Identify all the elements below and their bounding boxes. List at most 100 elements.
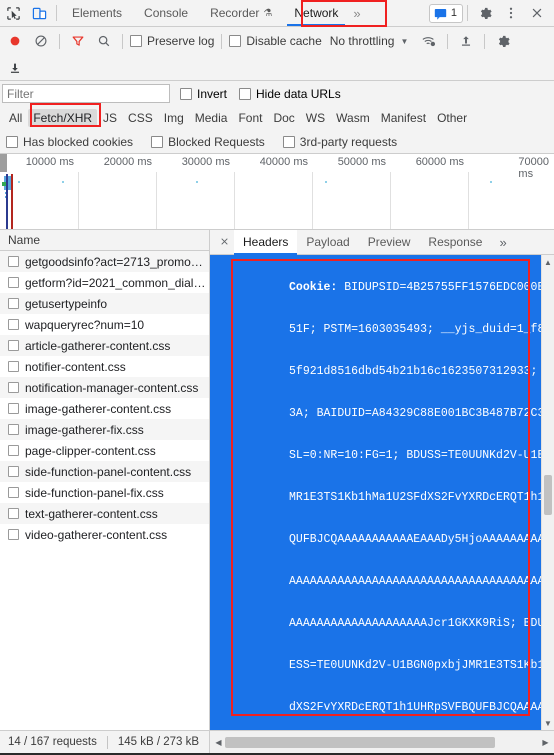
scroll-down-arrow-icon[interactable]: ▼: [542, 716, 554, 730]
row-checkbox[interactable]: [8, 319, 19, 330]
wifi-settings-icon[interactable]: [416, 29, 442, 53]
scrollbar-thumb[interactable]: [544, 475, 552, 515]
devtools-more-menu-icon[interactable]: [498, 0, 524, 26]
preserve-log-checkbox[interactable]: Preserve log: [128, 34, 216, 48]
scroll-right-arrow-icon[interactable]: ▶: [539, 738, 552, 747]
table-row[interactable]: page-clipper-content.css: [0, 440, 209, 461]
blocked-requests-box[interactable]: [151, 135, 164, 148]
row-checkbox[interactable]: [8, 445, 19, 456]
overview-dot: [196, 181, 198, 183]
type-filter-fetch-xhr[interactable]: Fetch/XHR: [28, 109, 98, 127]
has-blocked-cookies-box[interactable]: [6, 135, 18, 148]
third-party-requests-checkbox[interactable]: 3rd-party requests: [281, 135, 399, 149]
type-filter-manifest[interactable]: Manifest: [376, 109, 431, 127]
devtools-settings-gear-icon[interactable]: [472, 0, 498, 26]
preserve-log-box[interactable]: [130, 35, 142, 47]
row-checkbox[interactable]: [8, 508, 19, 519]
tabs-overflow-button[interactable]: »: [349, 6, 364, 21]
tab-headers[interactable]: Headers: [234, 230, 298, 255]
cookie-header-value[interactable]: Cookie: BIDUPSID=4B25755FF1576EDC000B7F4…: [216, 255, 541, 730]
table-row[interactable]: notifier-content.css: [0, 356, 209, 377]
row-checkbox[interactable]: [8, 340, 19, 351]
close-detail-icon[interactable]: [214, 235, 234, 249]
upload-icon[interactable]: [453, 29, 479, 53]
table-row[interactable]: side-function-panel-fix.css: [0, 482, 209, 503]
filter-input[interactable]: [2, 84, 170, 103]
hscroll-track[interactable]: [225, 736, 539, 748]
disable-cache-box[interactable]: [229, 35, 242, 47]
record-stop-icon[interactable]: [2, 29, 28, 53]
row-checkbox[interactable]: [8, 256, 19, 267]
type-filter-img[interactable]: Img: [159, 109, 189, 127]
tab-preview[interactable]: Preview: [359, 230, 420, 254]
network-settings-gear-icon[interactable]: [490, 29, 516, 53]
table-row[interactable]: getform?id=2021_common_dial…: [0, 272, 209, 293]
tab-recorder[interactable]: Recorder ⚗: [199, 0, 283, 26]
table-row[interactable]: video-gatherer-content.css: [0, 524, 209, 545]
detail-tabs-overflow-button[interactable]: »: [491, 235, 514, 250]
detail-horizontal-scrollbar[interactable]: ◀ ▶: [210, 731, 554, 753]
filter-icon[interactable]: [65, 29, 91, 53]
type-filter-ws[interactable]: WS: [301, 109, 330, 127]
row-checkbox[interactable]: [8, 277, 19, 288]
download-icon[interactable]: [2, 56, 28, 80]
tab-console[interactable]: Console: [133, 0, 199, 26]
has-blocked-cookies-checkbox[interactable]: Has blocked cookies: [4, 135, 135, 149]
type-filter-wasm[interactable]: Wasm: [331, 109, 375, 127]
row-checkbox[interactable]: [8, 403, 19, 414]
scroll-up-arrow-icon[interactable]: ▲: [542, 255, 554, 269]
type-filter-doc[interactable]: Doc: [268, 109, 299, 127]
table-row[interactable]: getusertypeinfo: [0, 293, 209, 314]
table-row[interactable]: notification-manager-content.css: [0, 377, 209, 398]
table-row[interactable]: article-gatherer-content.css: [0, 335, 209, 356]
table-row[interactable]: wapqueryrec?num=10: [0, 314, 209, 335]
tab-payload[interactable]: Payload: [297, 230, 358, 254]
request-list-body[interactable]: getgoodsinfo?act=2713_promo… getform?id=…: [0, 251, 209, 730]
table-row[interactable]: text-gatherer-content.css: [0, 503, 209, 524]
clear-icon[interactable]: [28, 29, 54, 53]
scroll-left-arrow-icon[interactable]: ◀: [212, 738, 225, 747]
inspect-cursor-icon[interactable]: [0, 0, 26, 26]
table-row[interactable]: getgoodsinfo?act=2713_promo…: [0, 251, 209, 272]
hide-data-urls-box[interactable]: [239, 87, 252, 100]
row-checkbox[interactable]: [8, 487, 19, 498]
table-row[interactable]: side-function-panel-content.css: [0, 461, 209, 482]
row-checkbox[interactable]: [8, 466, 19, 477]
detail-vertical-scrollbar[interactable]: ▲ ▼: [541, 255, 554, 730]
blocked-requests-checkbox[interactable]: Blocked Requests: [149, 135, 267, 149]
request-list-column-header[interactable]: Name: [0, 230, 209, 251]
type-filter-media[interactable]: Media: [190, 109, 233, 127]
request-name: page-clipper-content.css: [25, 443, 156, 458]
type-filter-css[interactable]: CSS: [123, 109, 158, 127]
device-toolbar-icon[interactable]: [26, 0, 52, 26]
row-checkbox[interactable]: [8, 529, 19, 540]
hide-data-urls-checkbox[interactable]: Hide data URLs: [237, 87, 343, 101]
network-overview-timeline[interactable]: 10000 ms 20000 ms 30000 ms 40000 ms 5000…: [0, 154, 554, 230]
type-filter-font[interactable]: Font: [233, 109, 267, 127]
close-devtools-icon[interactable]: [524, 0, 550, 26]
throttling-select[interactable]: No throttling: [324, 34, 395, 48]
overview-gridline: [312, 172, 313, 229]
console-messages-badge[interactable]: 1: [428, 3, 463, 23]
overview-tick-6: 70000 ms: [518, 156, 549, 180]
type-filter-js[interactable]: JS: [98, 109, 122, 127]
hscroll-thumb[interactable]: [225, 736, 496, 748]
tab-network[interactable]: Network: [283, 0, 349, 26]
chevron-down-icon[interactable]: ▼: [394, 37, 416, 46]
row-checkbox[interactable]: [8, 382, 19, 393]
type-filter-all[interactable]: All: [4, 109, 27, 127]
row-checkbox[interactable]: [8, 298, 19, 309]
invert-checkbox[interactable]: Invert: [178, 87, 229, 101]
search-icon[interactable]: [91, 29, 117, 53]
tab-elements[interactable]: Elements: [61, 0, 133, 26]
row-checkbox[interactable]: [8, 424, 19, 435]
table-row[interactable]: image-gatherer-fix.css: [0, 419, 209, 440]
cookie-line-5: MR1E3TS1Kb1hMa1U2SFdXS2FvYXRDcERQT1h1UHR…: [289, 491, 541, 504]
invert-box[interactable]: [180, 87, 192, 100]
table-row[interactable]: image-gatherer-content.css: [0, 398, 209, 419]
disable-cache-checkbox[interactable]: Disable cache: [227, 34, 323, 48]
tab-response[interactable]: Response: [419, 230, 491, 254]
third-party-requests-box[interactable]: [282, 135, 295, 148]
type-filter-other[interactable]: Other: [432, 109, 472, 127]
row-checkbox[interactable]: [8, 361, 19, 372]
